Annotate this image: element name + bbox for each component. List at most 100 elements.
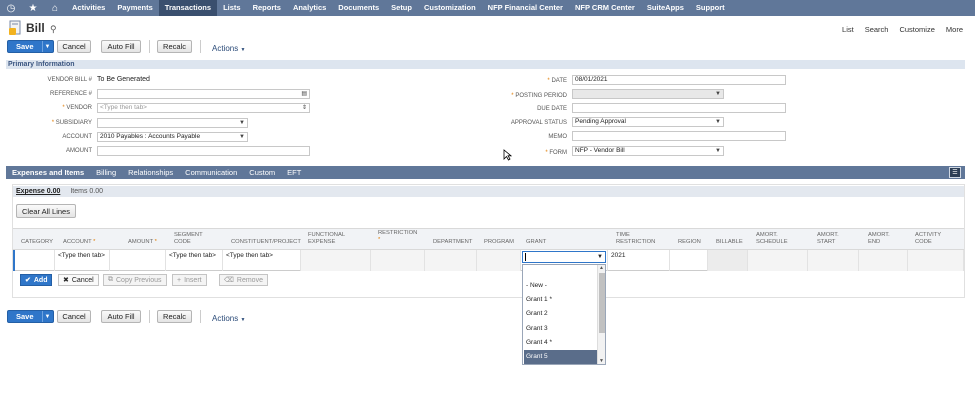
nav-support[interactable]: Support [690,0,731,16]
date-input[interactable]: 08/01/2021 [572,75,786,85]
remove-button[interactable]: ⌫ Remove [219,274,268,286]
copy-previous-button[interactable]: ⧉ Copy Previous [103,274,167,286]
department-cell[interactable] [425,250,477,271]
mouse-cursor-icon [503,149,512,161]
more-link[interactable]: More [946,25,963,34]
nav-suiteapps[interactable]: SuiteApps [641,0,690,16]
time-restriction-cell[interactable]: 2021 [608,250,670,271]
grant-dropdown-list: - New - Grant 1 * Grant 2 Grant 3 Grant … [522,264,606,365]
functional-expense-cell[interactable] [301,250,371,271]
reference-label: REFERENCE # [49,91,92,97]
form-label: * FORM [545,150,567,156]
tab-custom[interactable]: Custom [243,168,281,177]
grant-option-1[interactable]: Grant 1 * [524,293,598,307]
amount-input[interactable] [97,146,310,156]
remove-label: Remove [236,276,263,284]
add-line-button[interactable]: ✔ Add [20,274,53,286]
dropdown-scrollbar[interactable]: ▲ ▼ [597,265,605,364]
vendor-bill-value: To Be Generated [97,76,150,83]
search-link[interactable]: Search [865,25,889,34]
approval-status-select[interactable]: Pending Approval ▼ [572,117,724,127]
nav-customization[interactable]: Customization [418,0,482,16]
account-select[interactable]: 2010 Payables : Accounts Payable ▼ [97,132,248,142]
cancel-button[interactable]: Cancel [57,40,91,53]
actions-menu[interactable]: Actions ▼ [212,44,245,53]
nav-activities[interactable]: Activities [66,0,111,16]
amount-cell[interactable] [110,250,166,271]
posting-period-select[interactable]: ▼ [572,89,724,99]
restriction-cell[interactable] [371,250,425,271]
tab-expenses-and-items[interactable]: Expenses and Items [6,168,90,177]
list-link[interactable]: List [842,25,854,34]
nav-documents[interactable]: Documents [332,0,385,16]
clear-all-lines-button[interactable]: Clear All Lines [16,204,76,218]
grant-option-3[interactable]: Grant 3 [524,322,598,336]
scrollbar-thumb[interactable] [599,273,605,333]
customize-link[interactable]: Customize [899,25,934,34]
search-icon[interactable]: ⚲ [50,24,57,35]
scroll-up-icon[interactable]: ▲ [599,265,604,271]
nav-analytics[interactable]: Analytics [287,0,332,16]
category-cell[interactable] [13,250,55,271]
vendor-field[interactable]: <Type then tab> ⇕ [97,103,310,113]
nav-payments[interactable]: Payments [111,0,158,16]
grant-option-new[interactable]: - New - [524,279,598,293]
tab-items[interactable]: Items 0.00 [70,188,103,195]
nav-transactions[interactable]: Transactions [158,0,218,16]
tab-billing[interactable]: Billing [90,168,122,177]
approval-status-label: APPROVAL STATUS [510,120,567,126]
auto-fill-button[interactable]: Auto Fill [101,40,141,53]
due-date-input[interactable] [572,103,786,113]
subsidiary-select[interactable]: ▼ [97,118,248,128]
col-constituent-project: CONSTITUENT/PROJECT [231,239,301,245]
recalc-button[interactable]: Recalc [157,40,192,53]
cancel-button-bottom[interactable]: Cancel [57,310,91,323]
auto-fill-button-bottom[interactable]: Auto Fill [101,310,141,323]
account-cell[interactable]: <Type then tab> [55,250,110,271]
memo-input[interactable] [572,131,786,141]
program-cell[interactable] [477,250,521,271]
form-select[interactable]: NFP - Vendor Bill ▼ [572,146,724,156]
chevron-down-icon[interactable]: ▼ [43,44,53,50]
copy-icon: ⧉ [108,276,113,283]
home-icon[interactable]: ⌂ [44,0,66,16]
save-button-bottom[interactable]: Save ▼ [7,310,54,323]
nav-setup[interactable]: Setup [385,0,418,16]
grant-option-4[interactable]: Grant 4 * [524,336,598,350]
history-icon[interactable]: ◷ [0,0,22,16]
nav-nfp-crm-center[interactable]: NFP CRM Center [569,0,641,16]
nav-nfp-financial-center[interactable]: NFP Financial Center [482,0,569,16]
grant-select[interactable]: ▼ [522,251,606,263]
tab-eft[interactable]: EFT [281,168,307,177]
tab-relationships[interactable]: Relationships [122,168,179,177]
reference-input[interactable]: ▤ [97,89,310,99]
insert-button[interactable]: + Insert [172,274,207,286]
tab-communication[interactable]: Communication [179,168,243,177]
billable-cell[interactable] [708,250,748,271]
region-cell[interactable] [670,250,708,271]
list-view-icon[interactable]: ☰ [949,167,961,178]
chevron-down-icon[interactable]: ▼ [597,253,603,261]
nav-reports[interactable]: Reports [247,0,287,16]
constituent-project-cell[interactable]: <Type then tab> [223,250,301,271]
save-button[interactable]: Save ▼ [7,40,54,53]
segment-code-cell[interactable]: <Type then tab> [166,250,223,271]
recalc-button-bottom[interactable]: Recalc [157,310,192,323]
due-date-label: DUE DATE [537,106,567,112]
amort-start-cell[interactable] [808,250,859,271]
scroll-down-icon[interactable]: ▼ [599,358,604,364]
nav-lists[interactable]: Lists [217,0,247,16]
tab-expense[interactable]: Expense 0.00 [16,188,60,195]
grant-option-2[interactable]: Grant 2 [524,307,598,321]
updown-icon[interactable]: ⇕ [302,104,307,112]
grant-option-5[interactable]: Grant 5 [524,350,598,364]
activity-code-cell[interactable] [908,250,964,271]
amort-schedule-cell[interactable] [748,250,808,271]
cancel-line-button[interactable]: ✖ Cancel [58,274,99,286]
actions-menu-bottom[interactable]: Actions ▼ [212,314,245,323]
chevron-down-icon: ▼ [715,91,721,97]
notes-icon[interactable]: ▤ [301,90,307,98]
star-icon[interactable]: ★ [22,0,44,16]
chevron-down-icon[interactable]: ▼ [43,314,53,320]
amort-end-cell[interactable] [859,250,908,271]
